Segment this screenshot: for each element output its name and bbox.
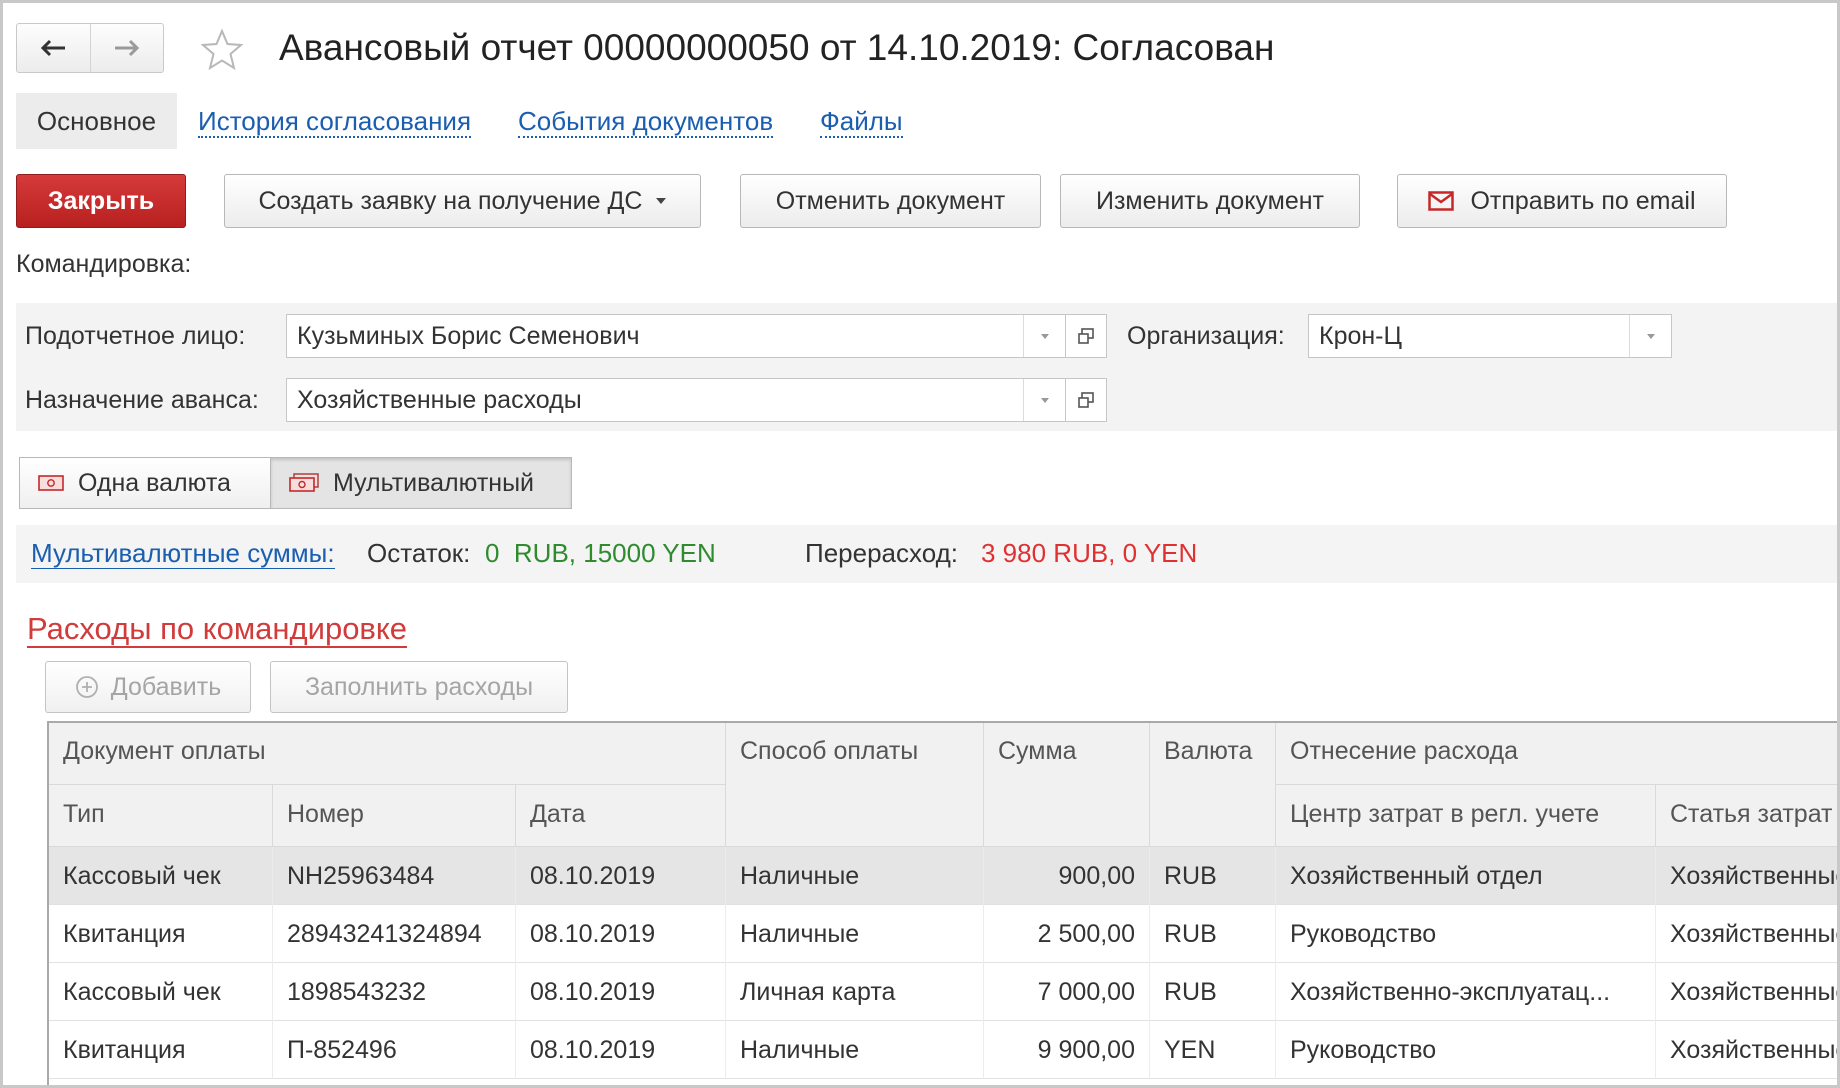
document-window: Авансовый отчет 00000000050 от 14.10.201… bbox=[0, 0, 1840, 1088]
header-cost-item[interactable]: Статья затрат bbox=[1656, 785, 1837, 847]
cell-number[interactable]: 1898543232 bbox=[273, 963, 516, 1021]
cell-amount[interactable]: 9 900,00 bbox=[984, 1021, 1150, 1079]
cell-method[interactable]: Наличные bbox=[726, 847, 984, 905]
forward-button[interactable] bbox=[89, 24, 164, 72]
multi-currency-toggle[interactable]: Мультивалютный bbox=[270, 457, 572, 509]
cell-cost-item[interactable]: Хозяйственные расходы bbox=[1656, 847, 1837, 905]
cell-amount[interactable]: 2 500,00 bbox=[984, 905, 1150, 963]
purpose-field[interactable]: Хозяйственные расходы bbox=[286, 378, 1066, 422]
cell-cost-center[interactable]: Руководство bbox=[1276, 1021, 1656, 1079]
org-dropdown-button[interactable] bbox=[1629, 315, 1671, 357]
chevron-down-icon bbox=[656, 198, 667, 204]
cell-cost-center[interactable]: Руководство bbox=[1276, 905, 1656, 963]
header-date[interactable]: Дата bbox=[516, 785, 726, 847]
plus-circle-icon bbox=[75, 676, 98, 698]
section-title: Расходы по командировке bbox=[27, 611, 408, 648]
cell-cost-center[interactable]: Хозяйственно-эксплуатац... bbox=[1276, 963, 1656, 1021]
cell-currency[interactable]: YEN bbox=[1150, 1021, 1276, 1079]
cancel-document-button[interactable]: Отменить документ bbox=[740, 174, 1041, 228]
cell-type[interactable]: Кассовый чек bbox=[49, 847, 273, 905]
cell-cost-item[interactable]: Хозяйственные расходы bbox=[1656, 963, 1837, 1021]
cell-date[interactable]: 08.10.2019 bbox=[516, 905, 726, 963]
banknotes-icon bbox=[289, 473, 319, 492]
cell-type[interactable]: Квитанция bbox=[49, 905, 273, 963]
envelope-icon bbox=[1428, 191, 1455, 211]
cell-cost-item[interactable]: Хозяйственные расходы bbox=[1656, 1021, 1837, 1079]
document-title: Авансовый отчет 00000000050 от 14.10.201… bbox=[279, 27, 1275, 68]
purpose-dropdown-button[interactable] bbox=[1023, 379, 1065, 421]
cell-method[interactable]: Наличные bbox=[726, 1021, 984, 1079]
person-field[interactable]: Кузьминых Борис Семенович bbox=[286, 314, 1066, 358]
tab-main[interactable]: Основное bbox=[16, 93, 177, 149]
star-icon[interactable] bbox=[199, 27, 245, 73]
header-allocation[interactable]: Отнесение расхода bbox=[1276, 723, 1837, 785]
org-field[interactable]: Крон-Ц bbox=[1308, 314, 1672, 358]
header-number[interactable]: Номер bbox=[273, 785, 516, 847]
close-button[interactable]: Закрыть bbox=[16, 174, 186, 228]
cell-type[interactable]: Кассовый чек bbox=[49, 963, 273, 1021]
tab-main-label: Основное bbox=[36, 105, 157, 136]
cell-number[interactable]: 28943241324894 bbox=[273, 905, 516, 963]
cell-date[interactable]: 08.10.2019 bbox=[516, 847, 726, 905]
navigation-buttons bbox=[16, 23, 164, 73]
cell-currency[interactable]: RUB bbox=[1150, 963, 1276, 1021]
header-pay-method[interactable]: Способ оплаты bbox=[726, 723, 984, 847]
purpose-open-button[interactable] bbox=[1065, 378, 1107, 422]
tab-files[interactable]: Файлы bbox=[820, 93, 903, 149]
cell-cost-item[interactable]: Хозяйственные расходы bbox=[1656, 905, 1837, 963]
remainder-label: Остаток: bbox=[367, 538, 471, 568]
org-label: Организация: bbox=[1127, 322, 1285, 350]
send-email-button[interactable]: Отправить по email bbox=[1397, 174, 1727, 228]
header-amount[interactable]: Сумма bbox=[984, 723, 1150, 847]
trip-label: Командировка: bbox=[16, 250, 192, 278]
cell-amount[interactable]: 900,00 bbox=[984, 847, 1150, 905]
purpose-label: Назначение аванса: bbox=[25, 386, 259, 414]
cell-date[interactable]: 08.10.2019 bbox=[516, 1021, 726, 1079]
single-currency-toggle[interactable]: Одна валюта bbox=[19, 457, 271, 509]
back-button[interactable] bbox=[17, 24, 90, 72]
expenses-table: Документ оплаты Способ оплаты Сумма Валю… bbox=[47, 721, 1837, 1085]
person-label: Подотчетное лицо: bbox=[25, 322, 246, 350]
overspend-value: 3 980 RUB, 0 YEN bbox=[981, 538, 1198, 568]
tab-document-events[interactable]: События документов bbox=[518, 93, 774, 149]
cell-method[interactable]: Личная карта bbox=[726, 963, 984, 1021]
person-dropdown-button[interactable] bbox=[1023, 315, 1065, 357]
open-window-icon bbox=[1078, 392, 1094, 408]
multicurrency-sums-link[interactable]: Мультивалютные суммы: bbox=[31, 538, 335, 569]
cell-amount[interactable]: 7 000,00 bbox=[984, 963, 1150, 1021]
fill-expenses-button[interactable]: Заполнить расходы bbox=[270, 661, 568, 713]
banknote-icon bbox=[38, 475, 64, 491]
cell-number[interactable]: П-852496 bbox=[273, 1021, 516, 1079]
cell-cost-center[interactable]: Хозяйственный отдел bbox=[1276, 847, 1656, 905]
arrow-right-icon bbox=[114, 39, 139, 57]
table-row[interactable]: Квитанция П-852496 08.10.2019 Наличные 9… bbox=[49, 1021, 1837, 1079]
overspend-label: Перерасход: bbox=[805, 538, 958, 568]
arrow-left-icon bbox=[41, 39, 66, 57]
chevron-down-icon bbox=[1040, 333, 1049, 339]
table-row[interactable]: Кассовый чек 1898543232 08.10.2019 Лична… bbox=[49, 963, 1837, 1021]
header-type[interactable]: Тип bbox=[49, 785, 273, 847]
cell-method[interactable]: Наличные bbox=[726, 905, 984, 963]
header-currency[interactable]: Валюта bbox=[1150, 723, 1276, 847]
header-payment-doc[interactable]: Документ оплаты bbox=[49, 723, 726, 785]
person-open-button[interactable] bbox=[1065, 314, 1107, 358]
table-row[interactable]: Квитанция 28943241324894 08.10.2019 Нали… bbox=[49, 905, 1837, 963]
cell-currency[interactable]: RUB bbox=[1150, 905, 1276, 963]
remainder-value: 0 RUB, 15000 YEN bbox=[485, 538, 716, 568]
edit-document-button[interactable]: Изменить документ bbox=[1060, 174, 1360, 228]
chevron-down-icon bbox=[1646, 333, 1655, 339]
add-button[interactable]: Добавить bbox=[45, 661, 251, 713]
create-request-button[interactable]: Создать заявку на получение ДС bbox=[224, 174, 701, 228]
open-window-icon bbox=[1078, 328, 1094, 344]
header-cost-center[interactable]: Центр затрат в регл. учете bbox=[1276, 785, 1656, 847]
cell-date[interactable]: 08.10.2019 bbox=[516, 963, 726, 1021]
chevron-down-icon bbox=[1040, 397, 1049, 403]
table-row[interactable]: Кассовый чек NH25963484 08.10.2019 Налич… bbox=[49, 847, 1837, 905]
cell-number[interactable]: NH25963484 bbox=[273, 847, 516, 905]
tab-approval-history[interactable]: История согласования bbox=[198, 93, 472, 149]
cell-type[interactable]: Квитанция bbox=[49, 1021, 273, 1079]
cell-currency[interactable]: RUB bbox=[1150, 847, 1276, 905]
